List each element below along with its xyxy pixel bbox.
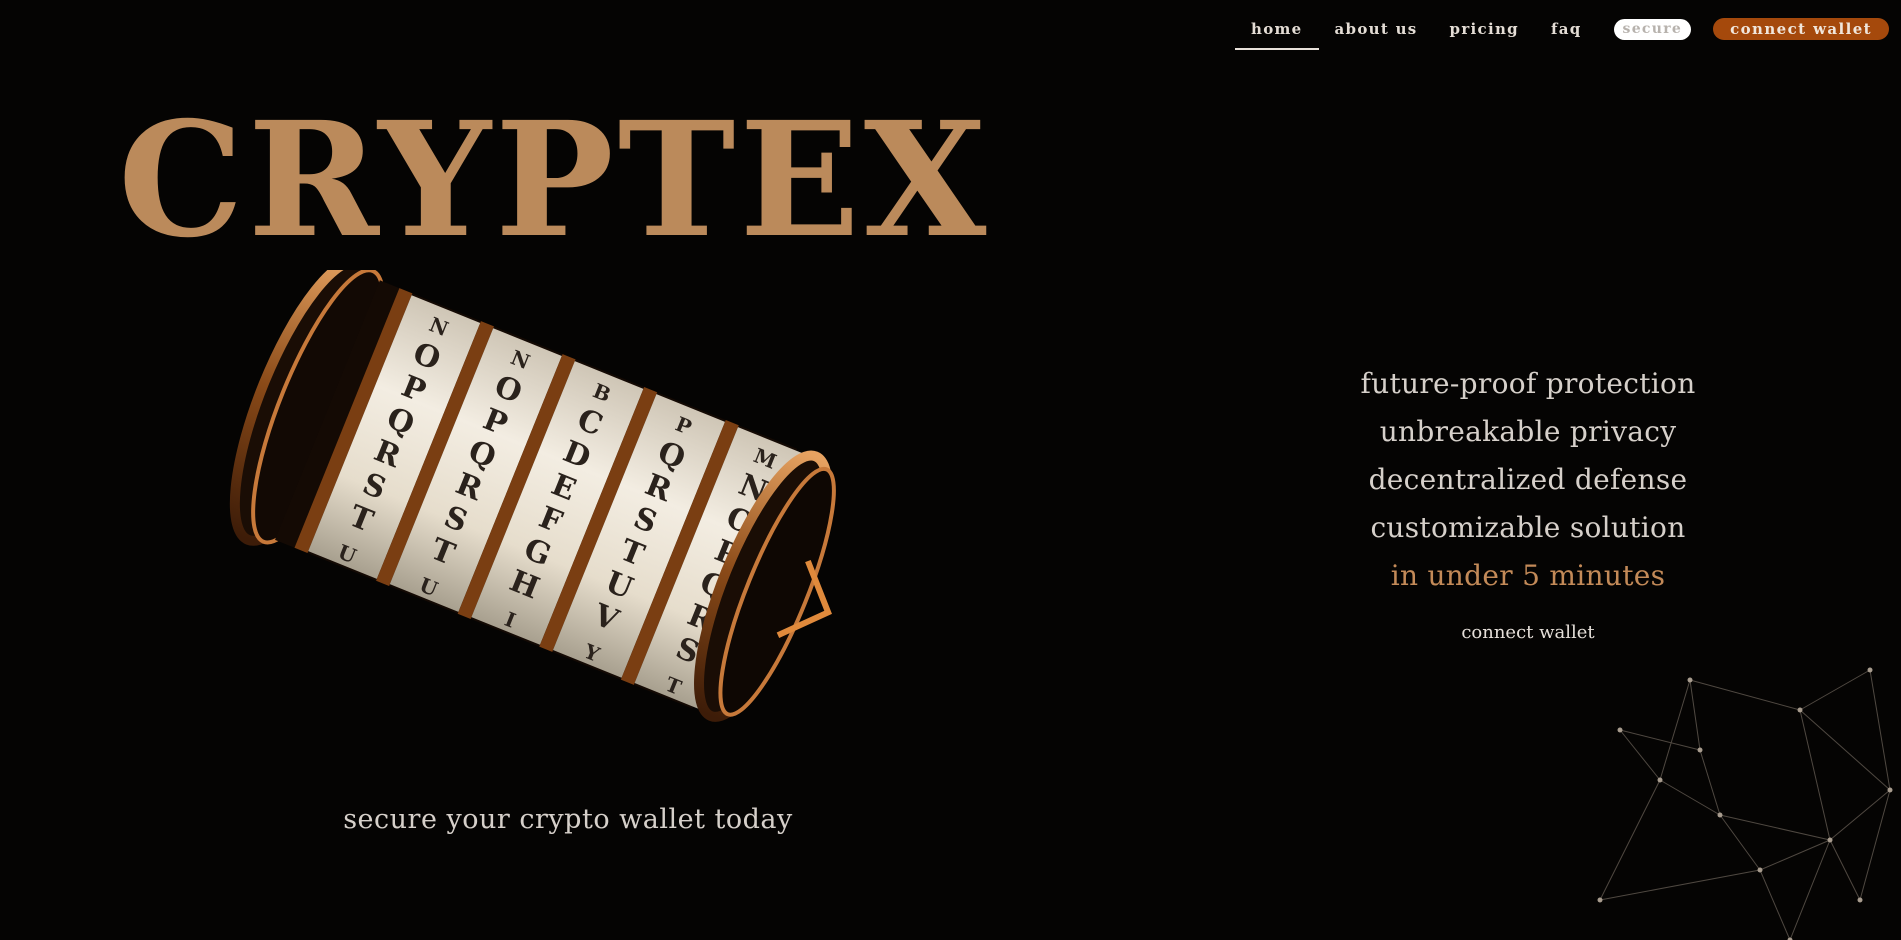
- network-node: [1827, 837, 1833, 843]
- network-node: [1857, 897, 1863, 903]
- nav-home[interactable]: home: [1234, 16, 1319, 50]
- top-nav: home about us pricing faq secure connect…: [1234, 16, 1889, 50]
- network-line: [1869, 669, 1891, 791]
- network-graphic: [1597, 667, 1893, 940]
- network-line: [1689, 679, 1801, 711]
- network-line: [1759, 869, 1791, 940]
- network-line: [1599, 779, 1661, 901]
- network-line: [1659, 679, 1691, 781]
- connect-wallet-button[interactable]: connect wallet: [1713, 18, 1889, 40]
- feature-item: future-proof protection: [1360, 367, 1696, 400]
- feature-list: future-proof protection unbreakable priv…: [1328, 360, 1728, 600]
- network-line: [1799, 709, 1831, 841]
- feature-item: unbreakable privacy: [1379, 415, 1677, 448]
- network-line: [1829, 789, 1891, 841]
- network-node: [1597, 897, 1603, 903]
- network-node: [1697, 747, 1703, 753]
- feature-item: decentralized defense: [1368, 463, 1688, 496]
- network-node: [1617, 727, 1623, 733]
- network-node: [1797, 707, 1803, 713]
- network-line: [1599, 869, 1761, 901]
- nav-pricing[interactable]: pricing: [1434, 16, 1535, 50]
- network-line: [1719, 814, 1761, 871]
- network-line: [1719, 814, 1831, 841]
- network-node: [1687, 677, 1693, 683]
- brand-logo: CRYPTEX: [118, 88, 991, 273]
- network-line: [1859, 789, 1891, 901]
- feature-item: customizable solution: [1370, 511, 1686, 544]
- hero-subtitle: secure your crypto wallet today: [343, 804, 793, 835]
- network-line: [1619, 729, 1661, 781]
- cryptex-illustration: NOPQRSTUNOPQRSTUBCDEFGHIPQRSTUVYMNOPQRST: [229, 270, 836, 722]
- network-node: [1717, 812, 1723, 818]
- network-node: [1657, 777, 1663, 783]
- network-line: [1799, 709, 1891, 791]
- nav-faq[interactable]: faq: [1535, 16, 1598, 50]
- network-node: [1867, 667, 1873, 673]
- network-line: [1689, 679, 1701, 751]
- network-line: [1829, 839, 1861, 901]
- network-node: [1887, 787, 1893, 793]
- feature-highlight: in under 5 minutes: [1390, 559, 1666, 592]
- network-node: [1757, 867, 1763, 873]
- network-line: [1799, 669, 1871, 711]
- nav-about-us[interactable]: about us: [1319, 16, 1434, 50]
- secure-button[interactable]: secure: [1613, 18, 1692, 40]
- network-line: [1619, 729, 1701, 751]
